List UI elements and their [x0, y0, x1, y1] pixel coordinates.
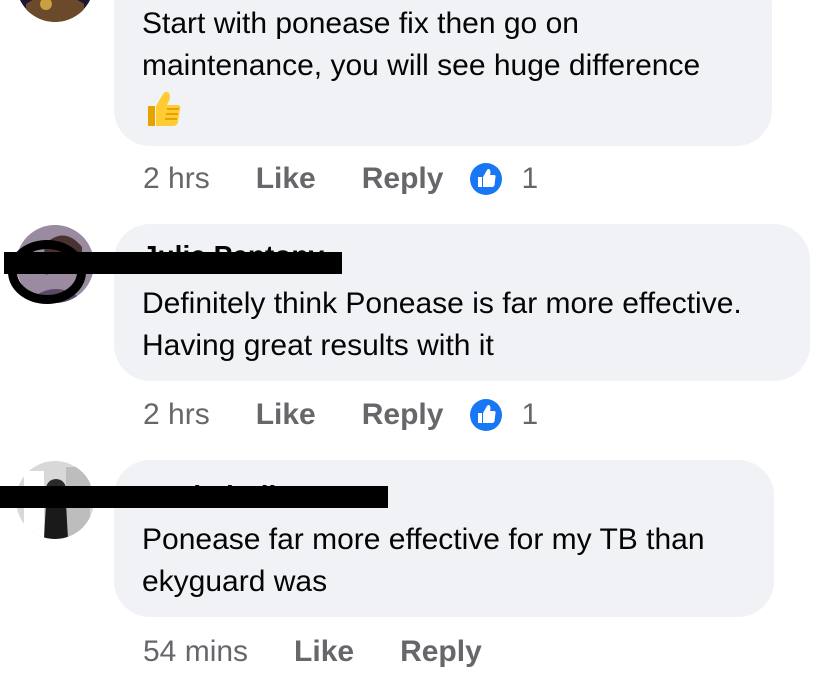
comment-bubble: Start with ponease fix then go on mainte… [114, 0, 772, 146]
comment-bubble: Rachel Allen Ponease far more effective … [114, 460, 774, 617]
redaction-bar [0, 486, 388, 508]
comment-text-line: Start with ponease fix then go on [142, 7, 579, 40]
reaction-summary[interactable]: 1 [469, 398, 538, 432]
comment-meta: 2 hrs Like Reply 1 [143, 395, 538, 435]
thumbs-up-emoji-icon [142, 88, 184, 130]
comment-text-line: maintenance, you will see huge differenc… [142, 49, 701, 82]
reaction-count: 1 [521, 398, 539, 431]
comment-text-line: Definitely think Ponease is far more eff… [142, 287, 742, 320]
comment-meta: 2 hrs Like Reply 1 [143, 159, 538, 199]
redaction-mark [8, 240, 86, 304]
like-button[interactable]: Like [294, 635, 354, 669]
like-reaction-icon [470, 163, 503, 195]
reply-button[interactable]: Reply [362, 162, 444, 196]
comment-timestamp[interactable]: 2 hrs [143, 398, 210, 432]
like-button[interactable]: Like [256, 162, 316, 196]
comment-text-line: ekyguard was [142, 565, 328, 598]
comment-timestamp[interactable]: 2 hrs [143, 162, 210, 196]
comment-timestamp[interactable]: 54 mins [143, 635, 248, 669]
like-button[interactable]: Like [256, 398, 316, 432]
comment-bubble: Julie Pentony Definitely think Ponease i… [114, 224, 810, 381]
comment-emoji-line [142, 87, 184, 130]
comment-text-line: Having great results with it [142, 329, 494, 362]
reaction-count: 1 [521, 162, 539, 195]
reply-button[interactable]: Reply [400, 635, 482, 669]
comment-meta: 54 mins Like Reply [143, 632, 528, 672]
reaction-summary[interactable]: 1 [469, 162, 538, 196]
comment-text-line: Ponease far more effective for my TB tha… [142, 523, 705, 556]
reply-button[interactable]: Reply [362, 398, 444, 432]
avatar[interactable] [16, 0, 94, 22]
like-reaction-icon [470, 399, 503, 431]
